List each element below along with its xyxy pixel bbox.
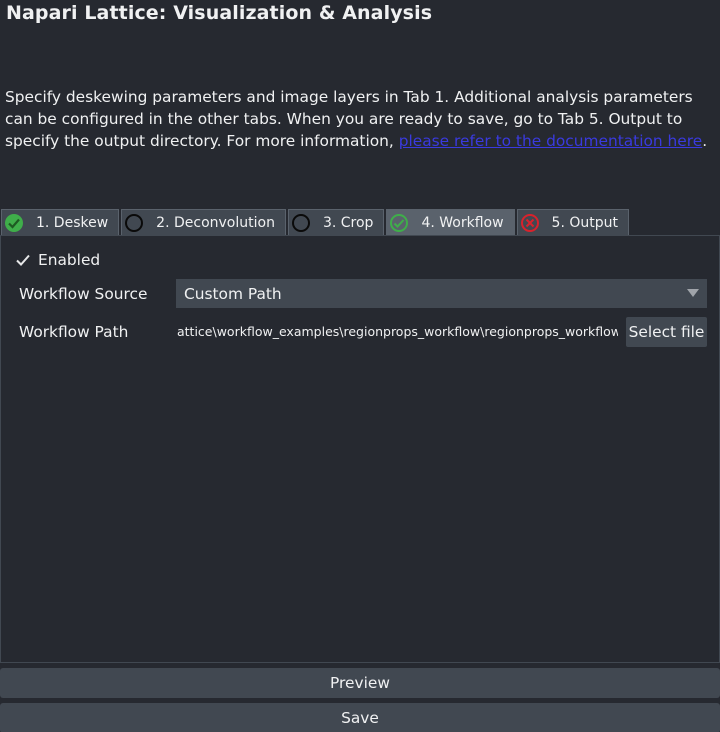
workflow-source-label: Workflow Source — [19, 285, 148, 303]
description-suffix: . — [702, 132, 708, 150]
tab-label: 3. Crop — [322, 214, 374, 231]
select-file-button[interactable]: Select file — [626, 317, 707, 347]
tab-workflow[interactable]: 4. Workflow — [386, 209, 515, 235]
tab-deconvolution[interactable]: 2. Deconvolution — [121, 209, 286, 235]
enabled-checkbox-row[interactable]: Enabled — [15, 251, 100, 269]
save-button[interactable]: Save — [0, 703, 720, 732]
description-text: Specify deskewing parameters and image l… — [5, 86, 717, 152]
tab-crop[interactable]: 3. Crop — [287, 209, 385, 235]
dropdown-arrow-icon — [687, 289, 699, 297]
documentation-link[interactable]: please refer to the documentation here — [399, 132, 703, 150]
workflow-source-value: Custom Path — [184, 284, 282, 303]
empty-circle-icon — [291, 213, 311, 233]
tab-label: 5. Output — [551, 214, 618, 231]
tab-label: 1. Deskew — [36, 214, 109, 231]
check-circle-outline-icon — [389, 213, 409, 233]
tab-label: 2. Deconvolution — [156, 214, 275, 231]
workflow-path-input[interactable]: attice\workflow_examples\regionprops_wor… — [176, 320, 618, 344]
tab-label: 4. Workflow — [421, 214, 504, 231]
workflow-source-select[interactable]: Custom Path — [176, 279, 707, 308]
error-circle-icon — [520, 213, 540, 233]
enabled-label: Enabled — [38, 251, 101, 269]
napari-lattice-widget: Napari Lattice: Visualization & Analysis… — [0, 0, 720, 732]
tab-bar: 1. Deskew 2. Deconvolution 3. Crop 4. Wo… — [1, 209, 631, 236]
preview-button[interactable]: Preview — [0, 668, 720, 698]
check-circle-icon — [4, 213, 24, 233]
tab-output[interactable]: 5. Output — [516, 209, 629, 235]
tab-deskew[interactable]: 1. Deskew — [1, 209, 120, 235]
workflow-path-label: Workflow Path — [19, 323, 129, 341]
workflow-panel: Enabled Workflow Source Custom Path Work… — [0, 235, 720, 663]
page-title: Napari Lattice: Visualization & Analysis — [6, 2, 433, 24]
empty-circle-icon — [124, 213, 144, 233]
checkbox-checked-icon[interactable] — [15, 252, 31, 268]
